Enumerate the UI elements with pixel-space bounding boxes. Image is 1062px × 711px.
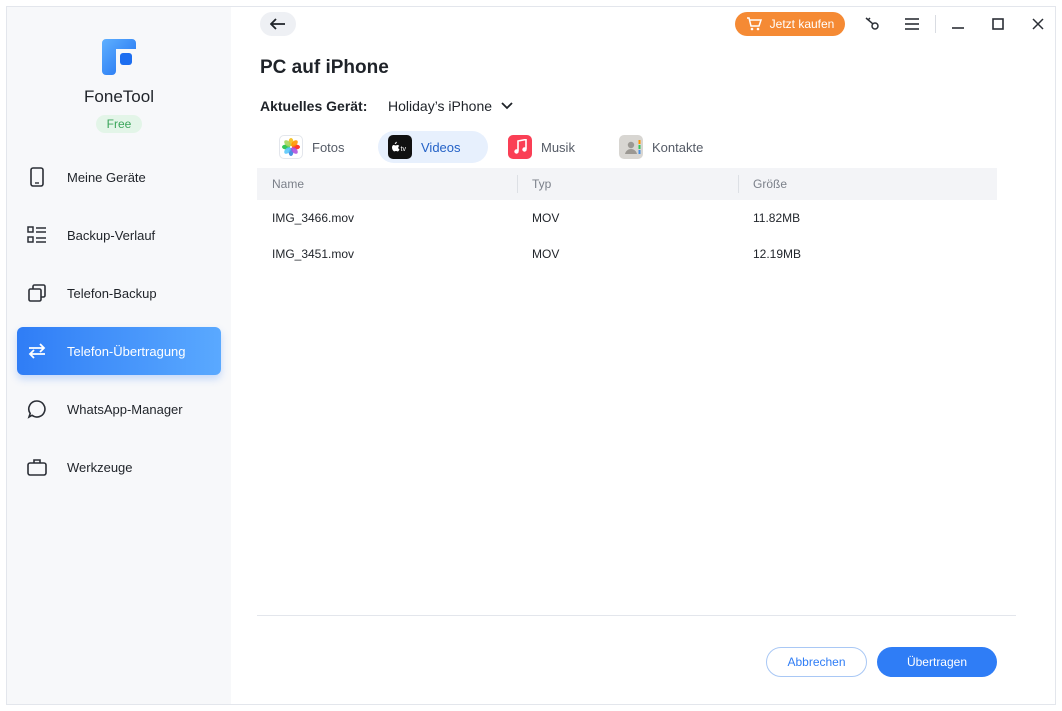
footer-divider [257, 615, 1016, 616]
sidebar-item-label: Telefon-Backup [67, 285, 157, 301]
tab-musik[interactable]: Musik [498, 131, 590, 163]
photos-icon [279, 135, 303, 159]
cell-size: 11.82MB [753, 211, 801, 225]
back-button[interactable] [260, 12, 296, 36]
close-icon [1032, 18, 1044, 30]
tab-label: Videos [421, 139, 461, 155]
sidebar-item-label: Telefon-Übertragung [67, 343, 186, 359]
minimize-icon [952, 27, 964, 29]
minimize-button[interactable] [948, 14, 968, 34]
svg-text:tv: tv [401, 146, 407, 153]
fonetool-logo-icon [102, 39, 136, 75]
tab-videos[interactable]: tv Videos [378, 131, 488, 163]
tab-label: Kontakte [652, 139, 704, 155]
sidebar-item-label: Backup-Verlauf [67, 227, 156, 243]
cancel-button[interactable]: Abbrechen [766, 647, 867, 677]
transfer-button[interactable]: Übertragen [877, 647, 997, 677]
sidebar-item-label: Meine Geräte [67, 169, 146, 185]
sidebar-item-backup-verlauf[interactable]: Backup-Verlauf [17, 211, 221, 259]
contacts-icon [619, 135, 643, 159]
tab-label: Musik [541, 139, 575, 155]
phone-icon [27, 167, 47, 187]
cart-icon [746, 17, 762, 31]
file-table: Name Typ Größe IMG_3466.mov MOV 11.82MB … [257, 168, 997, 272]
copy-icon [27, 283, 47, 303]
cell-name: IMG_3451.mov [272, 247, 355, 261]
sidebar-item-telefon-backup[interactable]: Telefon-Backup [17, 269, 221, 317]
sidebar-item-label: WhatsApp-Manager [67, 401, 183, 417]
sidebar-item-label: Werkzeuge [67, 459, 133, 475]
sidebar-item-whatsapp-manager[interactable]: WhatsApp-Manager [17, 385, 221, 433]
sidebar-nav: Meine Geräte Backup-Verlauf Telefon-Back… [17, 153, 221, 501]
sidebar-item-telefon-uebertragung[interactable]: Telefon-Übertragung [17, 327, 221, 375]
app-window: FoneTool Free Meine Geräte Backup-Verlau… [6, 6, 1056, 705]
cell-type: MOV [532, 247, 560, 261]
column-header-name[interactable]: Name [257, 168, 517, 200]
device-dropdown-value: Holiday’s iPhone [388, 98, 493, 114]
menu-button[interactable] [902, 14, 922, 34]
sidebar: FoneTool Free Meine Geräte Backup-Verlau… [7, 7, 231, 704]
transfer-arrows-icon [27, 341, 47, 361]
chevron-down-icon [501, 102, 513, 110]
apple-tv-icon: tv [388, 135, 412, 159]
list-icon [27, 225, 47, 245]
column-header-type[interactable]: Typ [517, 168, 738, 200]
table-header: Name Typ Größe [257, 168, 997, 200]
music-icon [508, 135, 532, 159]
menu-icon [905, 18, 919, 30]
column-header-size[interactable]: Größe [738, 168, 997, 200]
maximize-button[interactable] [988, 14, 1008, 34]
toolbox-icon [27, 457, 47, 477]
close-button[interactable] [1028, 14, 1048, 34]
tab-kontakte[interactable]: Kontakte [609, 131, 719, 163]
sidebar-item-werkzeuge[interactable]: Werkzeuge [17, 443, 221, 491]
cell-name: IMG_3466.mov [272, 211, 355, 225]
current-device-label: Aktuelles Gerät: [260, 98, 368, 114]
cell-size: 12.19MB [753, 247, 802, 261]
table-row[interactable]: IMG_3466.mov MOV 11.82MB [257, 200, 997, 236]
tab-label: Fotos [312, 139, 345, 155]
device-dropdown[interactable]: Holiday’s iPhone [388, 96, 513, 116]
buy-now-label: Jetzt kaufen [769, 17, 835, 31]
key-button[interactable] [862, 14, 882, 34]
chat-bubble-icon [27, 399, 47, 419]
buy-now-button[interactable]: Jetzt kaufen [735, 12, 845, 36]
table-row[interactable]: IMG_3451.mov MOV 12.19MB [257, 236, 997, 272]
key-icon [865, 17, 879, 30]
plan-badge: Free [96, 115, 142, 133]
topbar-divider [935, 15, 936, 33]
maximize-icon [992, 18, 1004, 30]
page-title: PC auf iPhone [260, 57, 389, 78]
sidebar-item-meine-geraete[interactable]: Meine Geräte [17, 153, 221, 201]
back-arrow-icon [270, 18, 285, 30]
tab-fotos[interactable]: Fotos [269, 131, 361, 163]
cell-type: MOV [532, 211, 560, 225]
app-name: FoneTool [84, 87, 154, 106]
